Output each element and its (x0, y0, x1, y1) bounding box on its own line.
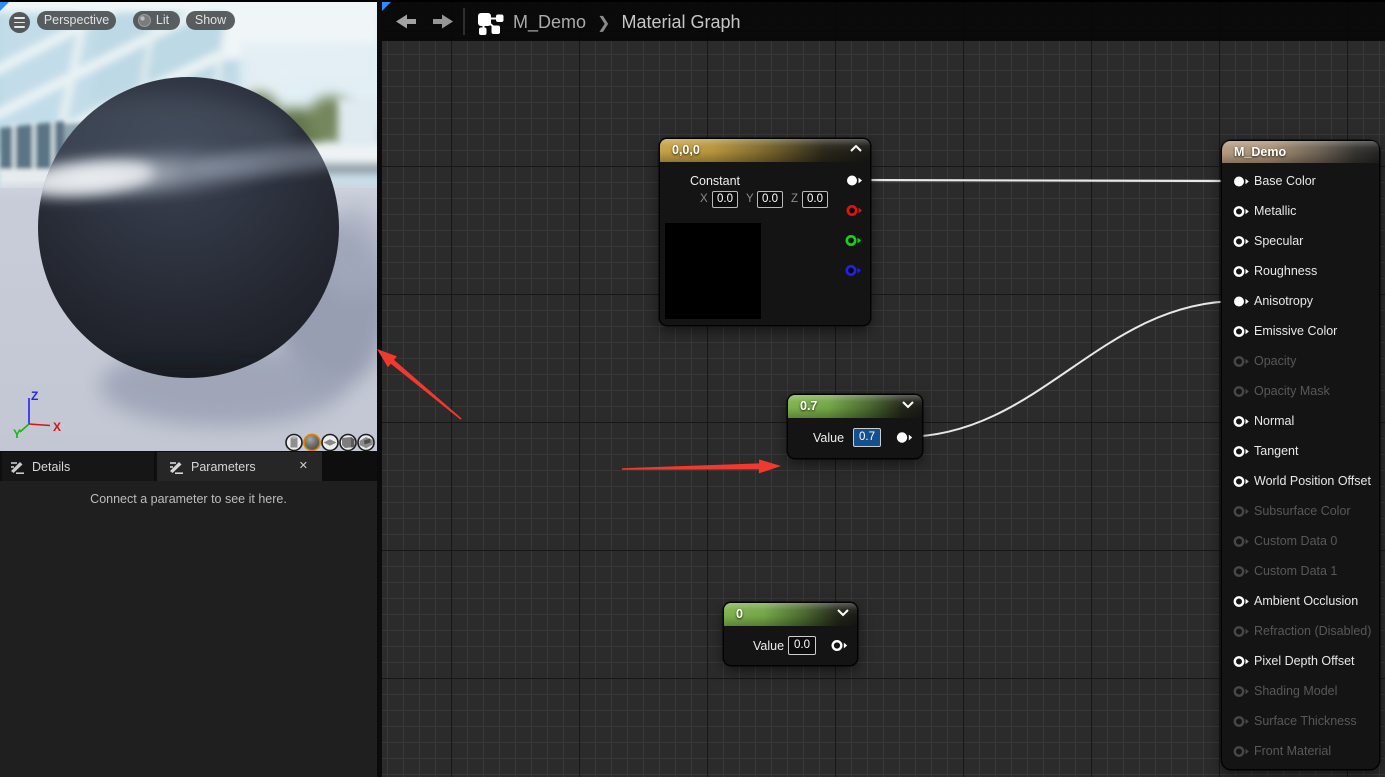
svg-text:Z: Z (31, 389, 38, 403)
svg-text:X: X (53, 420, 61, 434)
svg-text:Y: Y (13, 427, 21, 441)
